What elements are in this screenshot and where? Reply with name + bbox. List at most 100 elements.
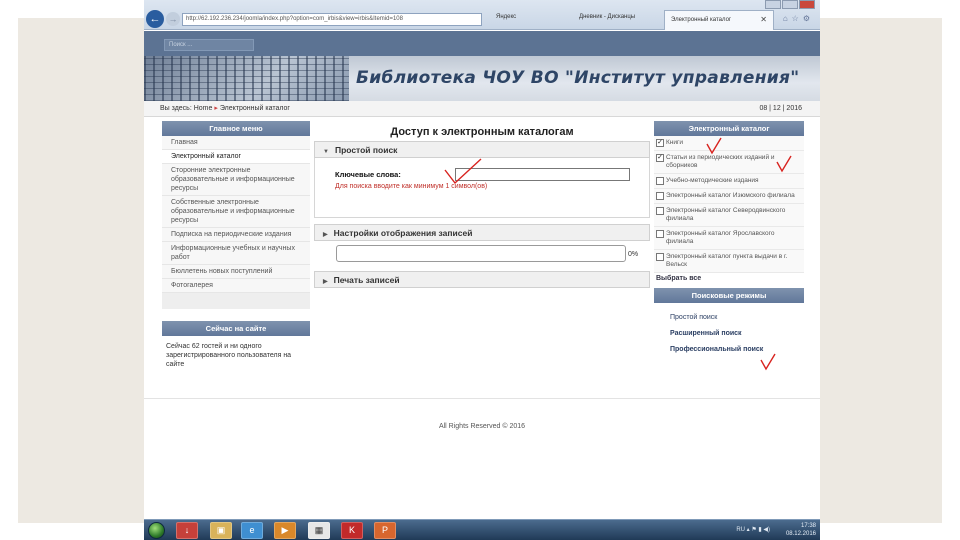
checkbox-icon[interactable] xyxy=(656,177,664,185)
catalog-item-label: Электронный каталог пункта выдачи в г. В… xyxy=(666,253,788,268)
catalog-item-label: Электронный каталог Ярославского филиала xyxy=(666,230,775,245)
site-top-bar: Поиск ... xyxy=(144,31,820,56)
progress-percent: 0% xyxy=(628,251,639,258)
browser-icon[interactable]: e xyxy=(241,522,263,539)
right-sidebar: Электронный каталог ✓ Книги ✓ Статьи из пер… xyxy=(654,121,804,371)
red-check-annotation-icon xyxy=(776,155,792,173)
slide-background-left xyxy=(18,18,144,523)
catalog-item[interactable]: ✓ Книги xyxy=(654,136,804,151)
menu-item-new-arrivals[interactable]: Бюллетень новых поступлений xyxy=(162,265,310,279)
progress-row: 0% xyxy=(314,241,650,269)
menu-footer xyxy=(162,293,310,309)
catalog-panel-title: Электронный каталог xyxy=(654,121,804,136)
menu-item-home[interactable]: Главная xyxy=(162,136,310,150)
system-tray-icons[interactable]: RU ▴ ⚑ ▮ ◀) xyxy=(736,526,770,533)
catalog-item[interactable]: Электронный каталог Ярославского филиала xyxy=(654,227,804,250)
back-button[interactable]: ← xyxy=(146,10,164,28)
tab-active-label: Электронный каталог xyxy=(671,17,732,23)
checkbox-checked-icon[interactable]: ✓ xyxy=(656,154,664,162)
catalog-item[interactable]: Электронный каталог пункта выдачи в г. В… xyxy=(654,250,804,273)
address-bar[interactable]: http://62.192.236.234/joomla/index.php?o… xyxy=(182,13,482,26)
catalog-item-label: Статьи из периодических изданий и сборни… xyxy=(666,154,775,169)
triangle-right-icon: ▶ xyxy=(323,279,328,285)
checkbox-checked-icon[interactable]: ✓ xyxy=(656,139,664,147)
menu-item-works[interactable]: Информационные учебных и научных работ xyxy=(162,242,310,265)
slide-background-right xyxy=(816,18,942,523)
page-date: 08 | 12 | 2016 xyxy=(759,105,802,112)
media-player-icon[interactable]: ▶ xyxy=(274,522,296,539)
browser-screenshot: ← → http://62.192.236.234/joomla/index.p… xyxy=(144,0,820,540)
window-controls xyxy=(764,0,816,10)
triangle-down-icon: ▼ xyxy=(323,149,329,155)
calculator-icon[interactable]: ▦ xyxy=(308,522,330,539)
breadcrumb-prefix: Вы здесь: xyxy=(160,105,192,112)
clock-time: 17:38 xyxy=(800,523,816,529)
red-check-annotation-icon xyxy=(706,137,722,155)
menu-item-own-resources[interactable]: Собственные электронные образовательные … xyxy=(162,196,310,228)
site-banner: Библиотека ЧОУ ВО "Институт управления" xyxy=(144,56,820,101)
catalog-item-label: Учебно-методические издания xyxy=(666,177,759,184)
mode-advanced-search[interactable]: Расширенный поиск xyxy=(654,325,804,341)
online-panel: Сейчас на сайте Сейчас 62 гостей и ни од… xyxy=(162,321,310,373)
display-settings-header[interactable]: ▶ Настройки отображения записей xyxy=(314,224,650,241)
red-check-annotation-icon xyxy=(760,353,776,371)
search-modes-title: Поисковые режимы xyxy=(654,288,804,303)
simple-search-body: Ключевые слова: Для поиска вводите как м… xyxy=(314,158,650,218)
language-indicator[interactable]: RU xyxy=(736,527,745,533)
menu-item-gallery[interactable]: Фотогалерея xyxy=(162,279,310,293)
mode-simple-search[interactable]: Простой поиск xyxy=(654,309,804,325)
catalog-access-panel: Доступ к электронным каталогам ▼ Простой … xyxy=(314,121,650,288)
page-title: Доступ к электронным каталогам xyxy=(390,126,574,138)
display-settings-label: Настройки отображения записей xyxy=(333,228,473,238)
catalog-item[interactable]: Электронный каталог Северодвинского фили… xyxy=(654,204,804,227)
print-records-header[interactable]: ▶ Печать записей xyxy=(314,271,650,288)
close-window-button[interactable] xyxy=(799,0,815,9)
building-image xyxy=(144,56,349,101)
copyright: All Rights Reserved © 2016 xyxy=(438,423,526,430)
triangle-right-icon: ▶ xyxy=(323,232,328,238)
tab-dnevnik[interactable]: Дневник - Дисканцы xyxy=(579,14,635,20)
print-records-label: Печать записей xyxy=(333,275,400,285)
tab-close-icon[interactable]: ✕ xyxy=(760,11,767,29)
menu-item-subscriptions[interactable]: Подписка на периодические издания xyxy=(162,228,310,242)
online-title: Сейчас на сайте xyxy=(162,321,310,336)
checkbox-icon[interactable] xyxy=(656,253,664,261)
menu-item-external-resources[interactable]: Сторонние электронные образовательные и … xyxy=(162,164,310,196)
tab-active[interactable]: Электронный каталог ✕ xyxy=(664,10,774,30)
catalog-item-label: Электронный каталог Северодвинского фили… xyxy=(666,207,786,222)
tab-yandex[interactable]: Яндекс xyxy=(496,14,516,20)
mode-professional-search[interactable]: Профессиональный поиск xyxy=(654,341,804,357)
catalog-item-label: Электронный каталог Изюмского филиала xyxy=(666,192,795,199)
maximize-button[interactable] xyxy=(782,0,798,9)
menu-item-catalog[interactable]: Электронный каталог xyxy=(162,150,310,164)
red-check-annotation-icon xyxy=(444,158,482,185)
footer-divider xyxy=(144,398,820,399)
catalog-item[interactable]: Учебно-методические издания xyxy=(654,174,804,189)
clock-date: 08.12.2016 xyxy=(785,531,816,537)
presentation-icon[interactable]: P xyxy=(374,522,396,539)
minimize-button[interactable] xyxy=(765,0,781,9)
folder-icon[interactable]: ▣ xyxy=(210,522,232,539)
site-search-input[interactable]: Поиск ... xyxy=(164,39,254,51)
checkbox-icon[interactable] xyxy=(656,192,664,200)
home-star-gear-icons[interactable]: ⌂☆⚙ xyxy=(783,14,814,23)
checkbox-icon[interactable] xyxy=(656,230,664,238)
catalog-item[interactable]: Электронный каталог Изюмского филиала xyxy=(654,189,804,204)
main-menu-title: Главное меню xyxy=(162,121,310,136)
forward-button[interactable]: → xyxy=(166,12,180,26)
windows-taskbar: ↓ ▣ e ▶ ▦ K P RU ▴ ⚑ ▮ ◀) 17:38 08.12.20… xyxy=(144,519,820,540)
site-title: Библиотека ЧОУ ВО "Институт управления" xyxy=(356,68,800,88)
download-icon[interactable]: ↓ xyxy=(176,522,198,539)
antivirus-icon[interactable]: K xyxy=(341,522,363,539)
select-all-link[interactable]: Выбрать все xyxy=(654,273,804,286)
simple-search-label: Простой поиск xyxy=(334,145,398,155)
search-modes-panel: Поисковые режимы Простой поиск Расширенн… xyxy=(654,288,804,357)
checkbox-icon[interactable] xyxy=(656,207,664,215)
clock[interactable]: 17:38 08.12.2016 xyxy=(786,522,816,538)
start-button[interactable] xyxy=(148,522,165,539)
breadcrumb-home[interactable]: Home xyxy=(194,105,213,112)
keywords-label: Ключевые слова: xyxy=(335,170,401,179)
breadcrumb: Вы здесь: Home ▸ Электронный каталог 08 … xyxy=(144,101,820,117)
catalog-item-label: Книги xyxy=(666,139,684,146)
breadcrumb-current: Электронный каталог xyxy=(219,105,290,112)
